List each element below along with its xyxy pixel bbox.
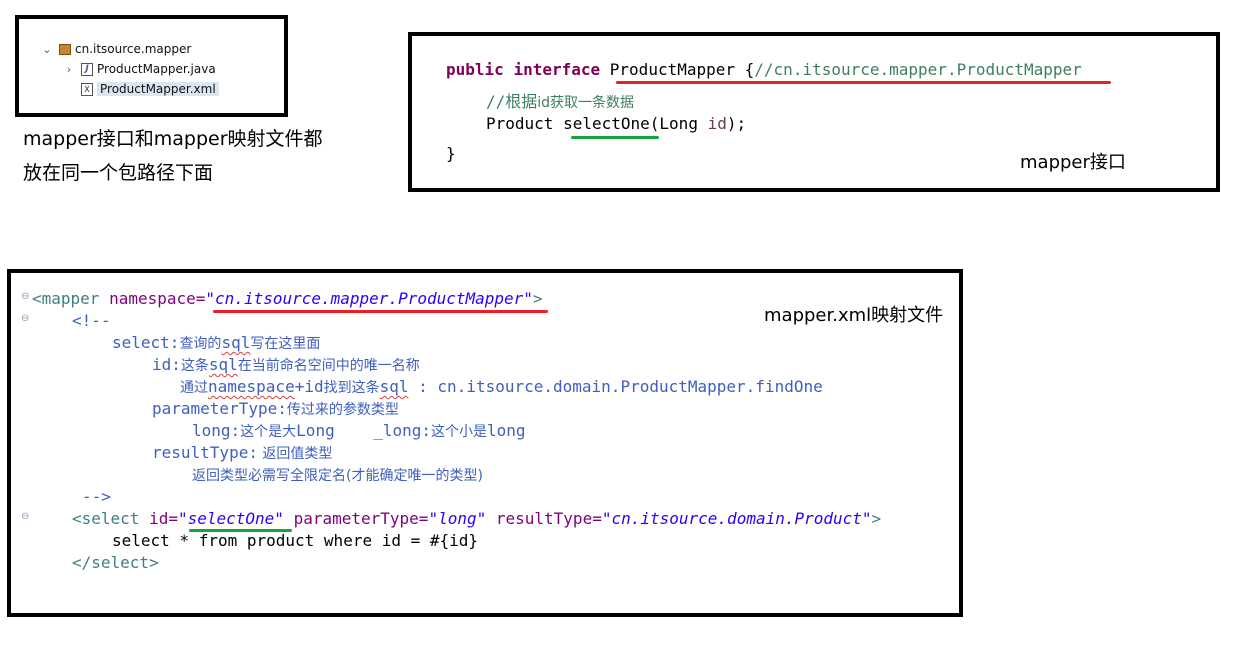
c2-zh-b: 在当前命名空间中的唯一名称 <box>237 358 420 374</box>
namespace-value: "cn.itsource.mapper.ProductMapper" <box>205 289 533 308</box>
interface-declaration: public interface ProductMapper {//cn.its… <box>446 60 1082 80</box>
comment-line-fqn: 返回类型必需写全限定名(才能确定唯一的类型) <box>192 465 483 486</box>
tree-item-label: ProductMapper.xml <box>97 82 219 96</box>
project-explorer-panel: ⌄ cn.itsource.mapper › J ProductMapper.j… <box>15 15 288 117</box>
tag-close: > <box>532 289 543 308</box>
keyword-interface: interface <box>513 60 601 79</box>
param-type: (Long <box>649 114 708 133</box>
c2-zh: 这条 <box>180 358 209 374</box>
tree-item-package[interactable]: ⌄ cn.itsource.mapper <box>41 39 191 59</box>
xml-file-icon: X <box>81 82 93 96</box>
param-name: id <box>707 114 727 133</box>
parametertype-value: "long" <box>428 509 487 528</box>
resulttype-attr: resultType= <box>486 509 602 528</box>
c6-zh: 返回值类型 <box>257 446 333 462</box>
c3-ns: namespace <box>208 377 295 396</box>
c4-key: parameterType: <box>152 399 287 418</box>
interface-name: ProductMapper <box>609 60 736 79</box>
xml-code-panel: mapper.xml映射文件 ⊖ <mapper namespace="cn.i… <box>7 269 963 617</box>
comment-line-resulttype: resultType: 返回值类型 <box>152 443 332 464</box>
keyword-public: public <box>446 60 504 79</box>
brace-open: { <box>735 60 755 79</box>
interface-label: mapper接口 <box>1020 152 1126 173</box>
c1-key: select: <box>112 333 180 352</box>
c3-zh: 通过 <box>180 380 208 396</box>
comment-close: --> <box>82 487 111 506</box>
mapper-tag: <mapper <box>32 289 100 308</box>
comment-line-parametertype: parameterType:传过来的参数类型 <box>152 399 399 420</box>
red-underline <box>616 81 1111 84</box>
namespace-attr: namespace= <box>99 289 206 308</box>
fold-toggle-icon[interactable]: ⊖ <box>21 313 29 324</box>
return-type: Product <box>486 114 554 133</box>
comment-line-long: long:这个是大Long _long:这个小是long <box>192 421 526 442</box>
parametertype-attr: parameterType= <box>283 509 429 528</box>
c1-zh-b: 写在这里面 <box>250 336 321 352</box>
c1-zh: 查询的 <box>179 336 222 352</box>
c6-key: resultType: <box>152 443 258 462</box>
interface-code-panel: public interface ProductMapper {//cn.its… <box>408 32 1220 192</box>
method-declaration: Product selectOne(Long id); <box>486 114 746 134</box>
id-value: "selectOne" <box>177 509 284 528</box>
package-label: cn.itsource.mapper <box>75 42 192 56</box>
red-underline <box>213 310 548 313</box>
c2-key: id: <box>152 355 181 374</box>
select-tag: <select <box>72 509 140 528</box>
green-underline <box>571 136 659 139</box>
method-comment-prefix: //根据 <box>486 92 538 111</box>
tree-item-label: ProductMapper.java <box>97 62 216 76</box>
c3-sql: sql <box>379 377 409 396</box>
package-icon <box>59 43 71 55</box>
tree-item-xml[interactable]: X ProductMapper.xml <box>81 79 219 99</box>
method-comment-text: id获取一条数据 <box>537 95 635 111</box>
java-file-icon: J <box>81 62 93 76</box>
chevron-right-icon[interactable]: › <box>63 63 75 76</box>
resulttype-value: "cn.itsource.domain.Product" <box>601 509 872 528</box>
param-end: ); <box>726 114 747 133</box>
mapper-open-tag: <mapper namespace="cn.itsource.mapper.Pr… <box>32 289 543 309</box>
xml-label: mapper.xml映射文件 <box>764 305 944 326</box>
comment-line-select: select:查询的sql写在这里面 <box>112 333 320 354</box>
tag-close: > <box>871 509 882 528</box>
c3-tail: : cn.itsource.domain.ProductMapper.findO… <box>408 377 823 396</box>
method-comment: //根据id获取一条数据 <box>486 92 634 113</box>
method-name: selectOne <box>563 114 650 133</box>
comment-line-namespace: 通过namespace+id找到这条sql : cn.itsource.doma… <box>180 377 823 398</box>
c5-c: long <box>487 421 526 440</box>
fold-toggle-icon[interactable]: ⊖ <box>21 291 29 302</box>
fold-toggle-icon[interactable]: ⊖ <box>21 511 29 522</box>
brace-close: } <box>446 144 456 163</box>
c4-zh: 传过来的参数类型 <box>286 402 399 418</box>
select-open-tag: <select id="selectOne" parameterType="lo… <box>72 509 881 529</box>
sql-statement: select * from product where id = #{id} <box>112 531 479 550</box>
select-close-tag: </select> <box>72 553 159 572</box>
c3-zh-b: 找到这条 <box>323 380 380 396</box>
c7-zh: 返回类型必需写全限定名(才能确定唯一的类型) <box>192 468 483 484</box>
chevron-down-icon[interactable]: ⌄ <box>41 43 53 56</box>
c1-sql: sql <box>221 333 251 352</box>
tree-item-java[interactable]: › J ProductMapper.java <box>63 59 216 79</box>
comment-open: <!-- <box>72 311 111 330</box>
c5-a: long: <box>192 421 241 440</box>
c5-zh-b: 这个小是 <box>431 424 488 440</box>
c2-sql: sql <box>208 355 238 374</box>
comment-line-id: id:这条sql在当前命名空间中的唯一名称 <box>152 355 420 376</box>
interface-comment: //cn.itsource.mapper.ProductMapper <box>754 60 1082 79</box>
id-attr: id= <box>139 509 178 528</box>
c3-plus: +id <box>294 377 324 396</box>
c5-b: Long _long: <box>296 421 432 440</box>
caption-line-2: 放在同一个包路径下面 <box>23 162 214 184</box>
c5-zh: 这个是大 <box>240 424 297 440</box>
caption-line-1: mapper接口和mapper映射文件都 <box>23 128 323 150</box>
